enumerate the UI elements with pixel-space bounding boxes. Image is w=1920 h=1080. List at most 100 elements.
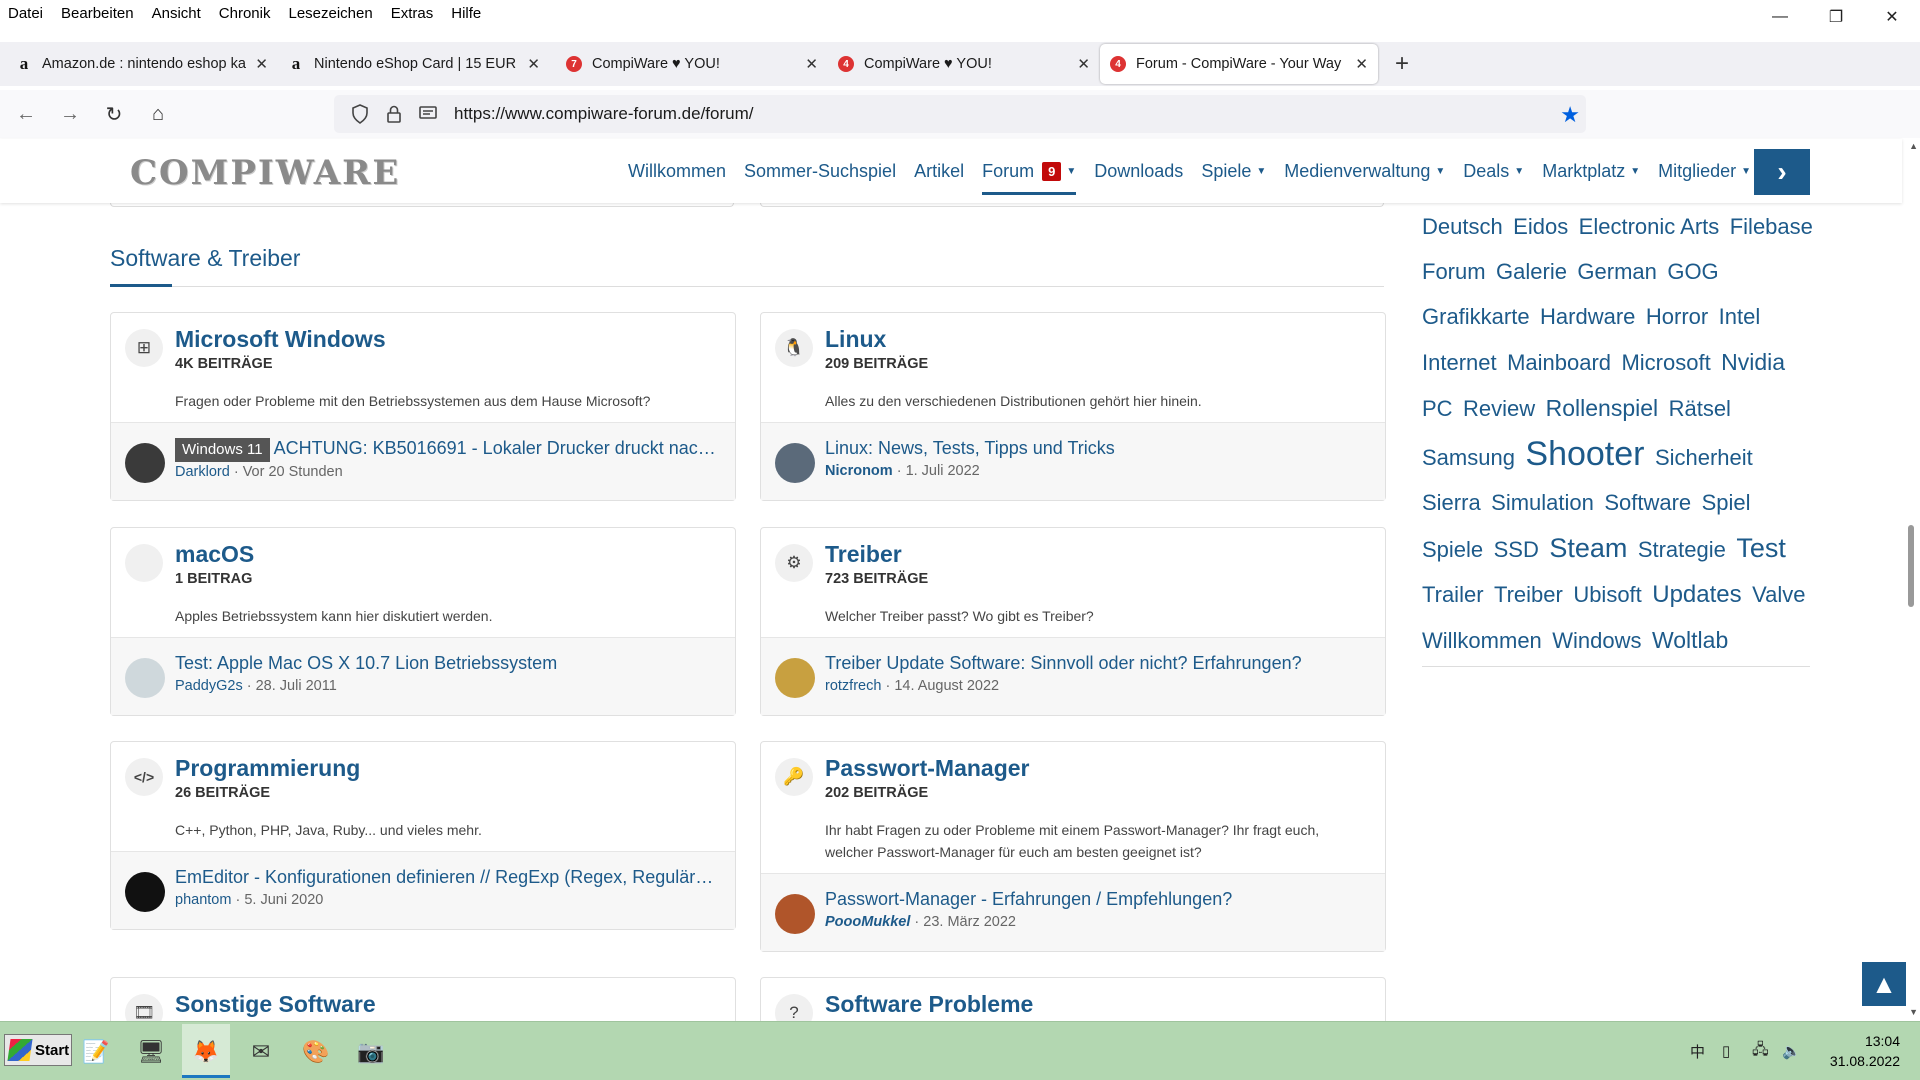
browser-tab[interactable]: a Nintendo eShop Card | 15 EUR (✕ — [278, 44, 550, 84]
board-title[interactable]: Treiber — [825, 540, 1371, 568]
tag-cloud-item[interactable]: Nvidia — [1721, 349, 1785, 375]
tag-cloud-item[interactable]: Valve — [1752, 582, 1805, 607]
control-panel-taskbar-icon[interactable]: 🖥 — [133, 1034, 169, 1070]
system-clock[interactable]: 13:04 31.08.2022 — [1830, 1031, 1900, 1071]
thread-author-link[interactable]: Nicronom — [825, 463, 893, 479]
tab-close-icon[interactable]: ✕ — [1355, 55, 1368, 73]
tag-cloud-item[interactable]: Updates — [1652, 581, 1741, 608]
board-title[interactable]: Software Probleme — [825, 990, 1371, 1018]
nav-more-button[interactable]: › — [1754, 149, 1810, 195]
tag-cloud-item[interactable]: Steam — [1549, 533, 1627, 563]
tag-cloud-item[interactable]: Willkommen — [1422, 628, 1542, 653]
nav-item-artikel[interactable]: Artikel — [914, 139, 964, 203]
tag-cloud-item[interactable]: Eidos — [1513, 214, 1568, 239]
new-tab-button[interactable]: + — [1382, 50, 1422, 78]
tag-cloud-item[interactable]: Woltlab — [1652, 627, 1728, 653]
user-avatar[interactable] — [125, 872, 165, 912]
nav-item-mitglieder[interactable]: Mitglieder ▼ — [1658, 139, 1751, 203]
tab-close-icon[interactable]: ✕ — [1077, 55, 1090, 73]
tag-cloud-item[interactable]: Spiele — [1422, 537, 1483, 562]
tag-cloud-item[interactable]: Mainboard — [1507, 350, 1611, 375]
tag-cloud-item[interactable]: Samsung — [1422, 445, 1515, 470]
tag-cloud-item[interactable]: Software — [1604, 490, 1691, 515]
tag-cloud-item[interactable]: Simulation — [1491, 490, 1594, 515]
tag-cloud-item[interactable]: Rätsel — [1669, 396, 1731, 421]
tag-cloud-item[interactable]: Electronic Arts — [1579, 214, 1720, 239]
nav-item-forum[interactable]: Forum 9 ▼ — [982, 139, 1077, 203]
network-icon[interactable]: 🖧 — [1752, 1036, 1769, 1066]
thread-author-link[interactable]: Darklord — [175, 464, 230, 480]
tag-cloud-item[interactable]: Filebase — [1730, 214, 1813, 239]
tag-cloud-item[interactable]: PC — [1422, 396, 1453, 421]
browser-tab[interactable]: a Amazon.de : nintendo eshop ka ✕ — [6, 44, 278, 84]
tag-cloud-item[interactable]: Internet — [1422, 350, 1497, 375]
tag-cloud-item[interactable]: Galerie — [1496, 259, 1567, 284]
tag-cloud-item[interactable]: Test — [1736, 533, 1786, 563]
thread-author-link[interactable]: PoooMukkel — [825, 914, 910, 930]
tag-cloud-item[interactable]: Shooter — [1525, 435, 1644, 473]
user-avatar[interactable] — [775, 658, 815, 698]
media-taskbar-icon[interactable]: 📷 — [353, 1034, 389, 1070]
menu-item-datei[interactable]: Datei — [0, 5, 52, 22]
menu-item-chronik[interactable]: Chronik — [210, 5, 280, 22]
tag-cloud-item[interactable]: Windows — [1552, 628, 1641, 653]
paint-taskbar-icon[interactable]: 🎨 — [298, 1034, 334, 1070]
board-title[interactable]: macOS — [175, 540, 721, 568]
lock-icon[interactable] — [380, 102, 408, 126]
tag-cloud-item[interactable]: Hardware — [1540, 304, 1635, 329]
tag-cloud-item[interactable]: Deutsch — [1422, 214, 1503, 239]
board-title[interactable]: Programmierung — [175, 754, 721, 782]
shield-icon[interactable] — [346, 102, 374, 126]
thread-prefix-tag[interactable]: Windows 11 — [175, 438, 270, 462]
user-avatar[interactable] — [125, 658, 165, 698]
restore-button[interactable]: ❐ — [1808, 0, 1864, 34]
bookmark-star-icon[interactable]: ★ — [1560, 102, 1580, 128]
tag-cloud-item[interactable]: Sicherheit — [1655, 445, 1753, 470]
latest-thread-link[interactable]: Windows 11 ACHTUNG: KB5016691 - Lokaler D… — [175, 435, 721, 462]
notepad-taskbar-icon[interactable]: 📝 — [78, 1034, 114, 1070]
tag-cloud-item[interactable]: Rollenspiel — [1546, 395, 1659, 421]
tag-cloud-item[interactable]: Horror — [1646, 304, 1708, 329]
thread-author-link[interactable]: PaddyG2s — [175, 678, 243, 694]
scroll-down-arrow-icon[interactable]: ▼ — [1909, 1007, 1918, 1017]
thread-author-link[interactable]: rotzfrech — [825, 678, 881, 694]
forward-button[interactable]: → — [52, 96, 88, 132]
language-indicator[interactable]: 中 — [1690, 1036, 1705, 1066]
menu-item-ansicht[interactable]: Ansicht — [143, 5, 210, 22]
address-bar[interactable]: https://www.compiware-forum.de/forum/ ★ — [334, 95, 1586, 133]
user-avatar[interactable] — [775, 443, 815, 483]
nav-item-sommer-suchspiel[interactable]: Sommer-Suchspiel — [744, 139, 896, 203]
menu-item-bearbeiten[interactable]: Bearbeiten — [52, 5, 143, 22]
thread-author-link[interactable]: phantom — [175, 892, 231, 908]
nav-item-spiele[interactable]: Spiele ▼ — [1201, 139, 1266, 203]
scroll-to-top-button[interactable]: ▲ — [1862, 962, 1906, 1006]
board-title[interactable]: Sonstige Software — [175, 990, 721, 1018]
battery-icon[interactable]: ▯ — [1722, 1036, 1730, 1066]
tag-cloud-item[interactable]: German — [1577, 259, 1656, 284]
nav-item-downloads[interactable]: Downloads — [1094, 139, 1183, 203]
firefox-taskbar-icon[interactable]: 🦊 — [188, 1034, 224, 1070]
tag-cloud-item[interactable]: Forum — [1422, 259, 1486, 284]
back-button[interactable]: ← — [8, 96, 44, 132]
latest-thread-link[interactable]: Linux: News, Tests, Tipps und Tricks — [825, 435, 1371, 461]
tag-cloud-item[interactable]: Sierra — [1422, 490, 1481, 515]
nav-item-marktplatz[interactable]: Marktplatz ▼ — [1542, 139, 1640, 203]
tag-cloud-item[interactable]: GOG — [1667, 259, 1718, 284]
nav-item-medienverwaltung[interactable]: Medienverwaltung ▼ — [1284, 139, 1445, 203]
minimize-button[interactable]: — — [1752, 0, 1808, 34]
tag-cloud-item[interactable]: Ubisoft — [1573, 582, 1641, 607]
latest-thread-link[interactable]: Passwort-Manager - Erfahrungen / Empfehl… — [825, 886, 1371, 912]
section-title[interactable]: Software & Treiber — [110, 245, 300, 272]
board-title[interactable]: Linux — [825, 325, 1371, 353]
nav-item-deals[interactable]: Deals ▼ — [1463, 139, 1524, 203]
reload-button[interactable]: ↻ — [96, 96, 132, 132]
site-logo[interactable]: COMPIWARE — [130, 153, 400, 193]
scrollbar-thumb[interactable] — [1908, 525, 1914, 607]
tag-cloud-item[interactable]: Grafikkarte — [1422, 304, 1530, 329]
browser-tab[interactable]: 7 CompiWare ♥ YOU! ✕ — [556, 44, 828, 84]
tag-cloud-item[interactable]: Microsoft — [1621, 350, 1710, 375]
menu-item-extras[interactable]: Extras — [382, 5, 443, 22]
page-info-icon[interactable] — [414, 102, 442, 126]
volume-icon[interactable]: 🔈 — [1782, 1036, 1801, 1066]
latest-thread-link[interactable]: EmEditor - Konfigurationen definieren //… — [175, 864, 721, 890]
